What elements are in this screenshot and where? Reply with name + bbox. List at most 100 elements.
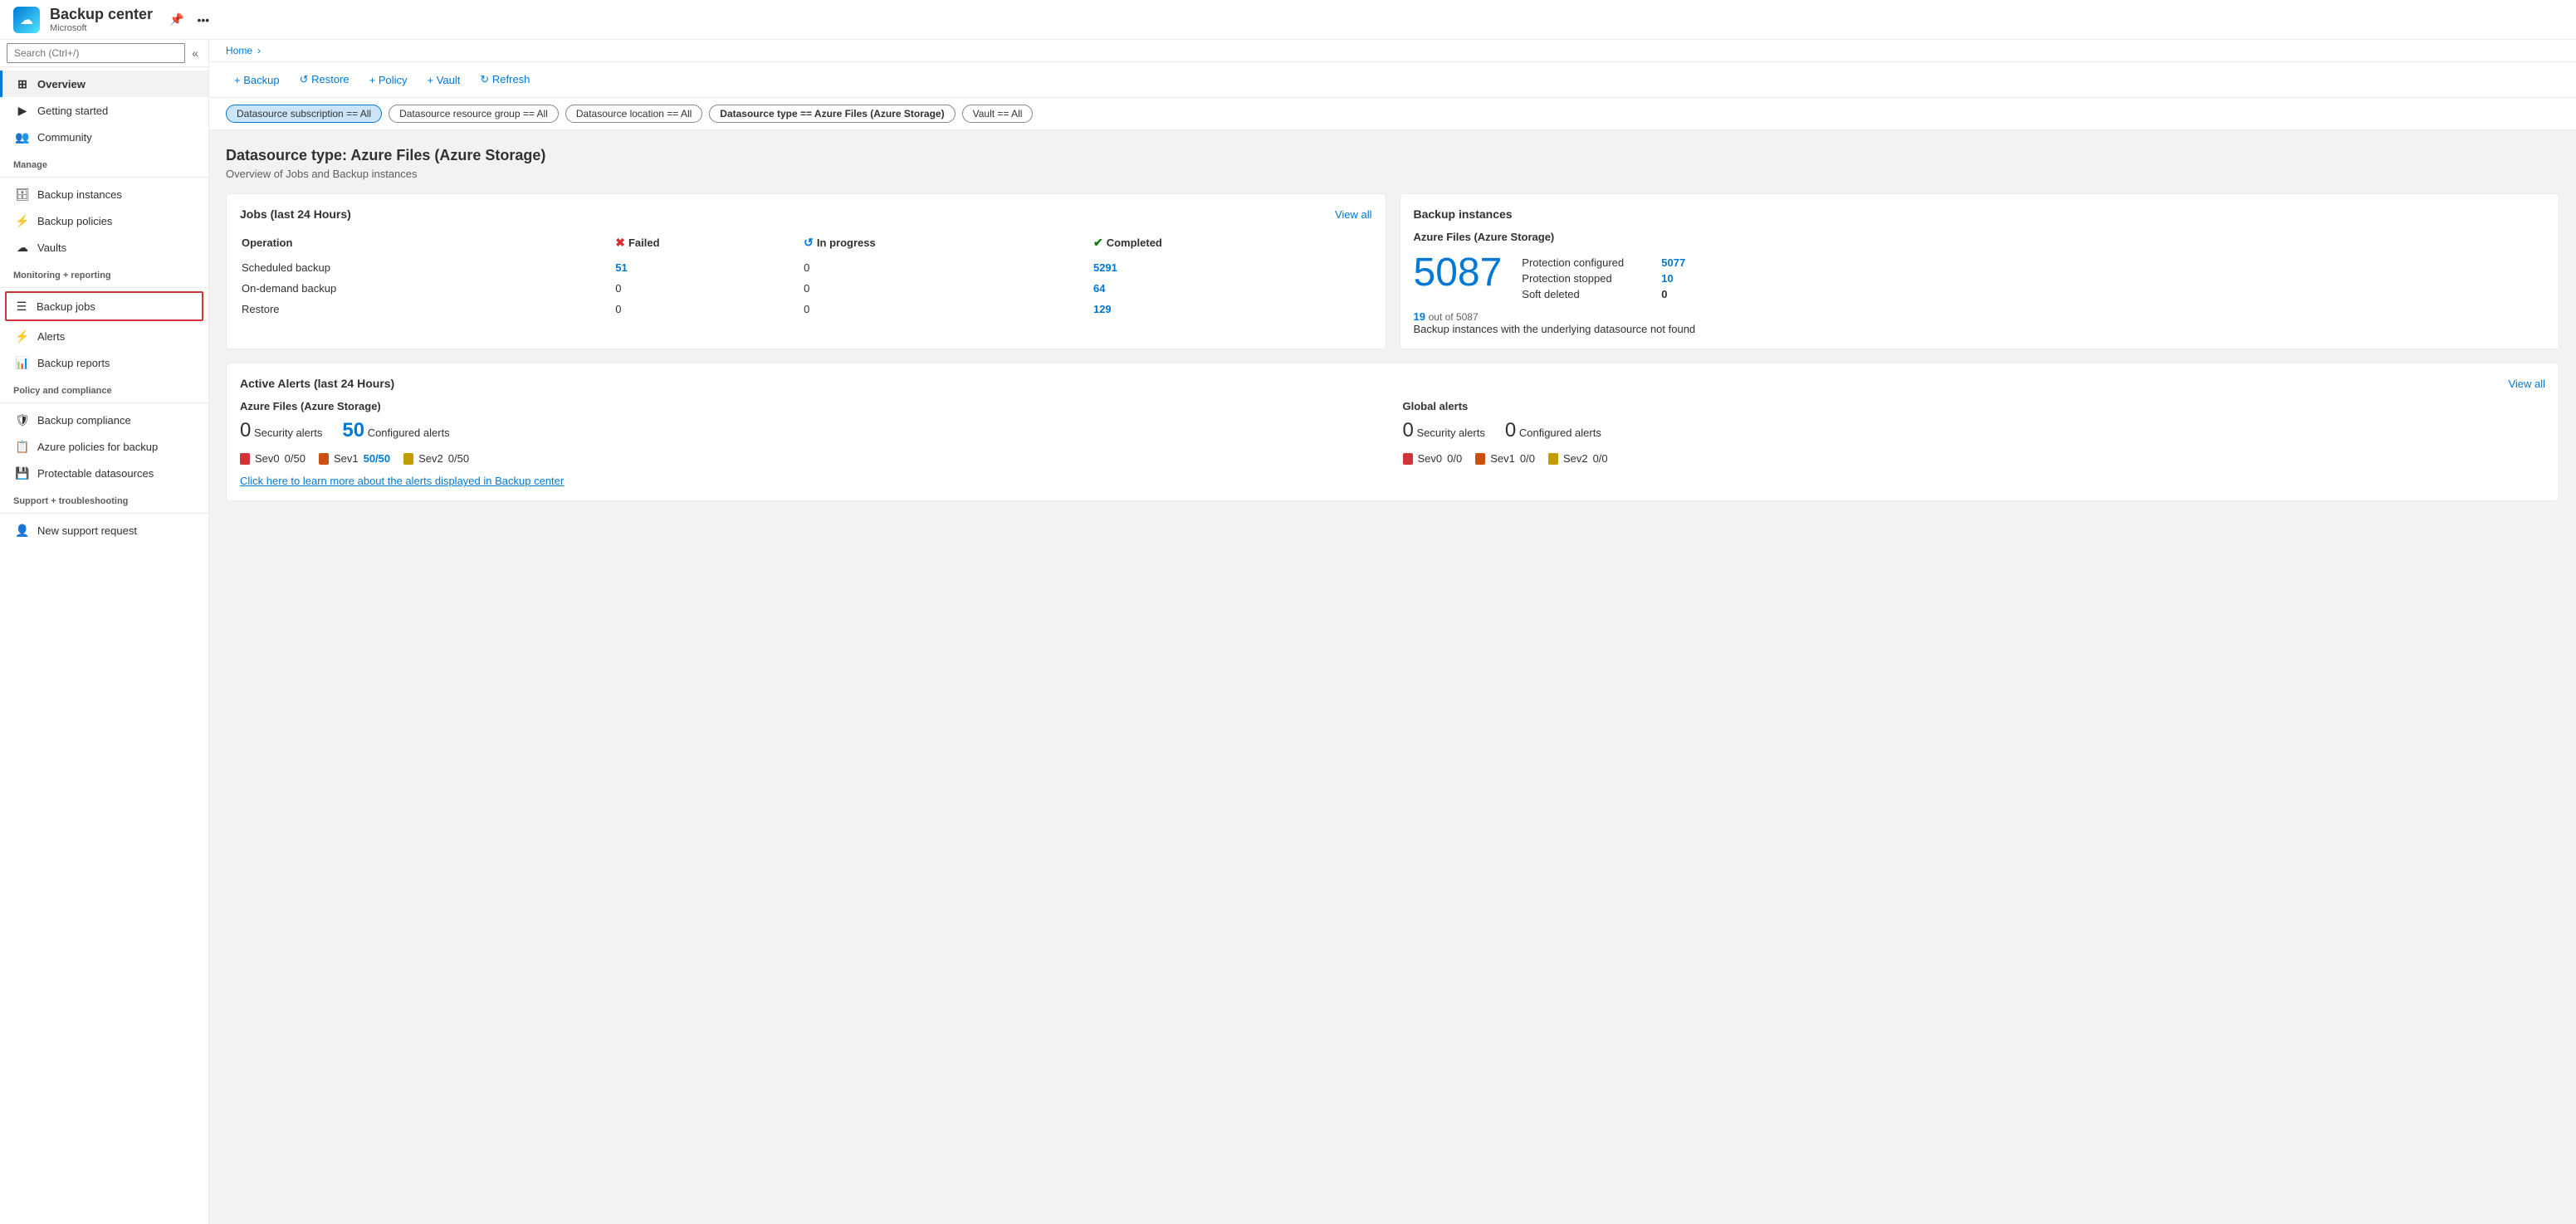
backup-instances-card: Backup instances Azure Files (Azure Stor…: [1400, 193, 2560, 349]
sidebar-item-label-new-support-request: New support request: [37, 524, 137, 537]
sidebar-item-alerts[interactable]: ⚡ Alerts: [0, 323, 208, 349]
filters-bar: Datasource subscription == All Datasourc…: [209, 98, 2576, 130]
sidebar-nav: ⊞ Overview ▶ Getting started 👥 Community…: [0, 67, 208, 1224]
content-area: Home › + Backup ↺ Restore + Policy + Vau…: [209, 40, 2576, 1224]
sidebar-item-getting-started[interactable]: ▶ Getting started: [0, 97, 208, 124]
sidebar-section-policy: Policy and compliance: [0, 376, 208, 399]
refresh-button[interactable]: ↻ Refresh: [472, 69, 538, 90]
alerts-learn-more-link[interactable]: Click here to learn more about the alert…: [240, 475, 2545, 487]
sidebar-item-vaults[interactable]: ☁ Vaults: [0, 234, 208, 261]
alerts-azure-counts: 0 Security alerts 50 Configured alerts: [240, 419, 1383, 442]
sidebar-item-backup-instances[interactable]: 🗄 Backup instances: [0, 181, 208, 207]
sidebar-item-backup-reports[interactable]: 📊 Backup reports: [0, 349, 208, 376]
backup-instances-icon: 🗄: [16, 188, 29, 201]
sev1-val-azure: 50/50: [364, 452, 391, 465]
alerts-global-title: Global alerts: [1403, 400, 2546, 412]
sidebar-item-azure-policies[interactable]: 📋 Azure policies for backup: [0, 433, 208, 460]
alerts-card: Active Alerts (last 24 Hours) View all A…: [226, 363, 2559, 501]
sev1-label-azure: Sev1: [334, 452, 359, 465]
jobs-completed-1[interactable]: 64: [1093, 279, 1371, 298]
bi-footer-num[interactable]: 19: [1414, 310, 1425, 323]
app-icon: ☁: [13, 7, 40, 33]
bi-stat-label-1: Protection stopped: [1522, 272, 1655, 285]
restore-button[interactable]: ↺ Restore: [291, 69, 358, 90]
filter-datasource-type[interactable]: Datasource type == Azure Files (Azure St…: [709, 105, 955, 123]
bi-stat-val-2: 0: [1661, 288, 1667, 300]
failed-icon: ✖: [615, 236, 625, 250]
alerts-azure-sev1: Sev1 50/50: [319, 452, 390, 465]
sidebar-item-label-backup-instances: Backup instances: [37, 188, 122, 201]
jobs-completed-2[interactable]: 129: [1093, 300, 1371, 319]
new-support-request-icon: 👤: [16, 524, 29, 537]
col-header-in-progress: ↺ In progress: [804, 232, 1092, 256]
bi-stat-label-0: Protection configured: [1522, 256, 1655, 269]
alerts-azure-security-block: 0 Security alerts: [240, 419, 322, 442]
overview-icon: ⊞: [16, 77, 29, 90]
header-icons: 📌 •••: [166, 9, 213, 30]
collapse-sidebar-button[interactable]: «: [188, 43, 202, 63]
jobs-failed-1: 0: [615, 279, 802, 298]
sev1-bar-azure: [319, 453, 329, 465]
sidebar-item-label-alerts: Alerts: [37, 330, 65, 343]
search-input[interactable]: [7, 43, 185, 63]
filter-vault[interactable]: Vault == All: [962, 105, 1034, 123]
alerts-global-security-block: 0 Security alerts: [1403, 419, 1485, 442]
breadcrumb-home[interactable]: Home: [226, 45, 252, 56]
alerts-global-sev2: Sev2 0/0: [1548, 452, 1608, 465]
bi-stat-row-2: Soft deleted0: [1522, 288, 1685, 300]
jobs-view-all-button[interactable]: View all: [1335, 208, 1372, 221]
pin-icon[interactable]: 📌: [166, 9, 187, 30]
jobs-table-header-row: Operation ✖ Failed ↺: [242, 232, 1371, 256]
jobs-op-0: Scheduled backup: [242, 258, 613, 277]
sidebar-item-backup-jobs[interactable]: ☰ Backup jobs: [5, 291, 203, 321]
col-header-failed: ✖ Failed: [615, 232, 802, 256]
sev0-val-azure: 0/50: [285, 452, 306, 465]
completed-icon: ✔: [1093, 236, 1103, 250]
bi-stat-val-0[interactable]: 5077: [1661, 256, 1685, 269]
backup-reports-icon: 📊: [16, 356, 29, 369]
bi-stat-val-1[interactable]: 10: [1661, 272, 1673, 285]
filter-datasource-subscription[interactable]: Datasource subscription == All: [226, 105, 382, 123]
jobs-table-row: Scheduled backup5105291: [242, 258, 1371, 277]
alerts-global-security-num: 0: [1403, 419, 1414, 441]
sev2-bar-global: [1548, 453, 1558, 465]
alerts-azure-configured-label-text: Configured alerts: [368, 427, 450, 439]
sidebar-item-label-backup-reports: Backup reports: [37, 357, 110, 369]
alerts-global-configured-num: 0: [1505, 419, 1516, 441]
jobs-failed-0[interactable]: 51: [615, 258, 802, 277]
sidebar-item-new-support-request[interactable]: 👤 New support request: [0, 517, 208, 544]
sidebar-section-monitoring: Monitoring + reporting: [0, 261, 208, 284]
backup-policies-icon: ⚡: [16, 214, 29, 227]
vaults-icon: ☁: [16, 241, 29, 254]
alerts-card-header: Active Alerts (last 24 Hours) View all: [240, 377, 2545, 390]
sidebar-item-overview[interactable]: ⊞ Overview: [0, 71, 208, 97]
sev1-bar-global: [1475, 453, 1485, 465]
backup-instances-card-title: Backup instances: [1414, 207, 1513, 221]
alerts-view-all-button[interactable]: View all: [2508, 378, 2545, 390]
jobs-table: Operation ✖ Failed ↺: [240, 231, 1372, 320]
breadcrumb: Home ›: [209, 40, 2576, 62]
jobs-card: Jobs (last 24 Hours) View all Operation …: [226, 193, 1386, 349]
sev2-val-global: 0/0: [1593, 452, 1608, 465]
sidebar-item-community[interactable]: 👥 Community: [0, 124, 208, 150]
azure-policies-icon: 📋: [16, 440, 29, 453]
alerts-grid: Azure Files (Azure Storage) 0 Security a…: [240, 400, 2545, 465]
sidebar-item-backup-compliance[interactable]: 🛡 Backup compliance: [0, 407, 208, 433]
alerts-azure-security-num: 0: [240, 419, 251, 441]
sidebar-item-protectable-datasources[interactable]: 💾 Protectable datasources: [0, 460, 208, 486]
more-icon[interactable]: •••: [194, 9, 213, 30]
alerts-global-security-label-text: Security alerts: [1416, 427, 1484, 439]
page-content: Datasource type: Azure Files (Azure Stor…: [209, 130, 2576, 518]
backup-button[interactable]: + Backup: [226, 70, 288, 90]
vault-button[interactable]: + Vault: [419, 70, 469, 90]
jobs-inprog-0: 0: [804, 258, 1092, 277]
policy-button[interactable]: + Policy: [361, 70, 416, 90]
jobs-completed-0[interactable]: 5291: [1093, 258, 1371, 277]
alerts-card-title: Active Alerts (last 24 Hours): [240, 377, 394, 390]
jobs-inprog-1: 0: [804, 279, 1092, 298]
filter-datasource-resource-group[interactable]: Datasource resource group == All: [389, 105, 559, 123]
col-header-operation: Operation: [242, 232, 613, 256]
sidebar-item-backup-policies[interactable]: ⚡ Backup policies: [0, 207, 208, 234]
sev0-label-azure: Sev0: [255, 452, 280, 465]
filter-datasource-location[interactable]: Datasource location == All: [565, 105, 702, 123]
